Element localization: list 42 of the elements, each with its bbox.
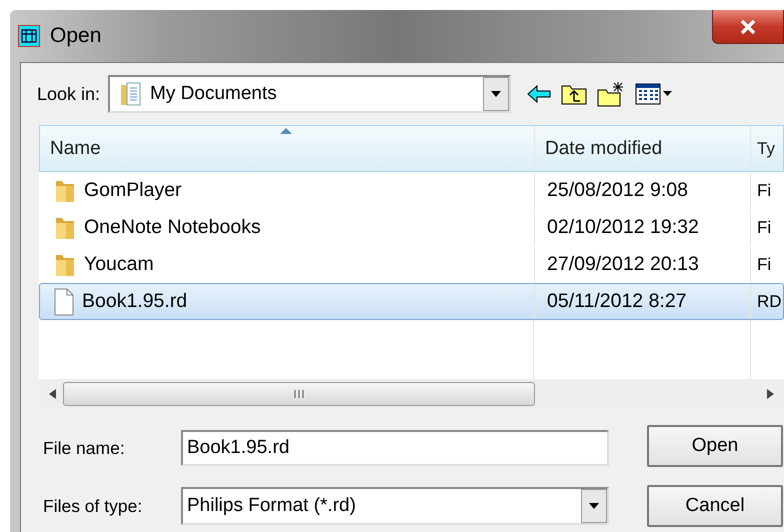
look-in-dropdown[interactable]: My Documents bbox=[108, 75, 512, 113]
window-title: Open bbox=[50, 24, 102, 48]
app-icon bbox=[18, 25, 40, 47]
dialog-button[interactable]: Open bbox=[647, 425, 783, 467]
date-modified: 05/11/2012 8:27 bbox=[547, 290, 687, 313]
close-button[interactable] bbox=[712, 10, 784, 44]
file-row[interactable]: GomPlayer 25/08/2012 9:08 Fi bbox=[39, 172, 784, 209]
sort-arrow-icon bbox=[280, 128, 292, 134]
file-row[interactable]: OneNote Notebooks 02/10/2012 19:32 Fi bbox=[39, 209, 784, 246]
file-name-field[interactable]: Book1.95.rd bbox=[181, 430, 609, 466]
file-name: Book1.95.rd bbox=[82, 290, 188, 313]
table-cell: Fi bbox=[757, 254, 772, 274]
table-cell: RD bbox=[757, 292, 782, 312]
column-header[interactable]: Name bbox=[40, 126, 534, 171]
horizontal-scrollbar[interactable] bbox=[39, 379, 784, 409]
table-cell: Fi bbox=[757, 218, 772, 238]
column-header[interactable]: Date modified bbox=[534, 126, 750, 171]
dialog-button[interactable]: Cancel bbox=[647, 485, 783, 527]
documents-folder-icon bbox=[120, 81, 142, 107]
date-modified: 02/10/2012 19:32 bbox=[547, 216, 699, 239]
file-name: OneNote Notebooks bbox=[84, 216, 261, 239]
date-modified: 27/09/2012 20:13 bbox=[547, 253, 699, 276]
look-in-label: Look in: bbox=[37, 84, 100, 104]
file-type-dropdown[interactable]: Philips Format (*.rd) bbox=[181, 487, 609, 525]
scroll-left-icon[interactable] bbox=[49, 389, 57, 399]
file-row[interactable]: Book1.95.rd 05/11/2012 8:27 RD bbox=[39, 283, 784, 320]
file-name-label: File name: bbox=[43, 438, 126, 458]
table-cell: Fi bbox=[757, 180, 772, 200]
date-modified: 25/08/2012 9:08 bbox=[547, 179, 688, 202]
scroll-thumb[interactable] bbox=[63, 382, 535, 406]
back-arrow-icon[interactable] bbox=[527, 85, 552, 103]
file-name: GomPlayer bbox=[84, 179, 182, 202]
file-icon bbox=[54, 288, 74, 316]
file-row[interactable]: Youcam 27/09/2012 20:13 Fi bbox=[39, 246, 784, 283]
file-name: Youcam bbox=[84, 253, 154, 276]
close-icon bbox=[740, 18, 756, 34]
column-header[interactable]: Ty bbox=[750, 126, 783, 171]
view-menu-icon[interactable] bbox=[635, 83, 674, 105]
up-folder-icon[interactable] bbox=[561, 83, 588, 105]
new-folder-icon[interactable] bbox=[597, 81, 626, 107]
scroll-right-icon[interactable] bbox=[766, 389, 774, 399]
file-type-label: Files of type: bbox=[43, 496, 144, 516]
